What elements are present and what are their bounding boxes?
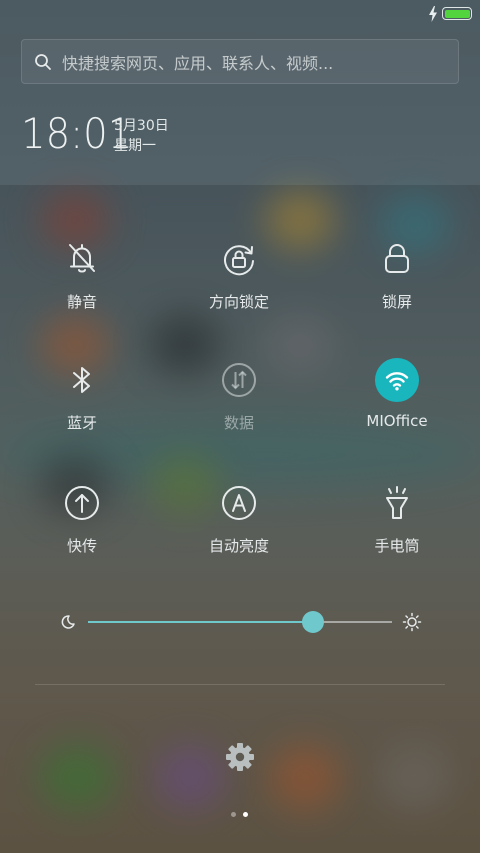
search-input[interactable]: 快捷搜索网页、应用、联系人、视频...	[62, 50, 333, 74]
wallpaper-blob	[380, 745, 450, 810]
brightness-fill	[88, 621, 313, 623]
toggle-label: 数据	[223, 414, 254, 432]
toggle-wifi[interactable]: MIOffice	[317, 358, 477, 458]
toggle-quick-share[interactable]: 快传	[2, 481, 162, 581]
toggle-rotation-lock[interactable]: 方向锁定	[159, 237, 319, 337]
toggle-mute[interactable]: 静音	[2, 237, 162, 337]
charging-icon	[429, 6, 437, 22]
page-dot-active	[243, 812, 248, 817]
rotation-lock-icon	[224, 245, 254, 276]
toggle-label: 自动亮度	[208, 537, 269, 555]
brightness-slider[interactable]	[88, 611, 392, 633]
battery-icon	[442, 7, 472, 20]
status-bar	[0, 0, 480, 28]
date-text: 5月30日	[114, 118, 169, 134]
toggle-bluetooth[interactable]: 蓝牙	[2, 358, 162, 458]
toggle-auto-brightness[interactable]: 自动亮度	[159, 481, 319, 581]
toggle-mobile-data[interactable]: 数据	[159, 358, 319, 458]
upload-icon	[65, 486, 99, 520]
wallpaper-blob	[270, 745, 340, 810]
divider	[35, 684, 445, 685]
toggle-label: 蓝牙	[66, 414, 97, 432]
weekday-text: 星期一	[114, 138, 156, 154]
toggle-label: 手电筒	[374, 537, 420, 555]
toggle-lock-screen[interactable]: 锁屏	[317, 237, 477, 337]
wallpaper-blob	[40, 745, 115, 810]
bluetooth-icon	[73, 367, 90, 393]
wifi-icon	[385, 372, 409, 391]
battery-fill	[444, 9, 470, 18]
toggle-label: 方向锁定	[208, 293, 269, 311]
page-indicator	[229, 811, 253, 819]
search-icon	[35, 53, 51, 70]
wallpaper-blob	[155, 745, 225, 810]
brightness-thumb[interactable]	[301, 611, 324, 633]
bell-off-icon	[69, 244, 95, 273]
auto-brightness-icon	[222, 486, 256, 520]
toggle-label: 锁屏	[381, 293, 412, 311]
toggle-label: 静音	[66, 293, 97, 311]
search-bar[interactable]: 快捷搜索网页、应用、联系人、视频...	[21, 39, 459, 84]
sun-icon	[402, 612, 422, 632]
gear-icon[interactable]	[224, 741, 256, 773]
data-transfer-icon	[222, 363, 256, 397]
page-dot	[231, 812, 236, 817]
lock-icon	[385, 244, 409, 273]
toggle-label: 快传	[66, 537, 97, 555]
toggle-flashlight[interactable]: 手电筒	[317, 481, 477, 581]
toggle-label: MIOffice	[366, 412, 428, 430]
moon-icon	[61, 615, 75, 629]
date-block: 5月30日 星期一	[114, 116, 169, 156]
flashlight-icon	[386, 486, 408, 519]
